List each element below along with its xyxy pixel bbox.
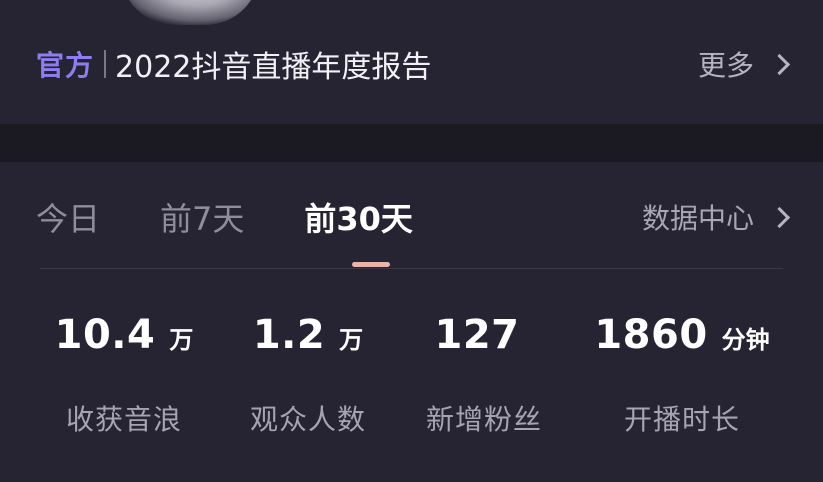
official-badge: 官方 — [36, 49, 95, 82]
tab-last-30-days[interactable]: 前30天 — [304, 194, 413, 240]
annual-report-title: 2022抖音直播年度报告 — [115, 50, 432, 85]
metric-sound-waves[interactable]: 10.4 万 收获音浪 — [24, 312, 224, 438]
metrics-row: 10.4 万 收获音浪 1.2 万 观众人数 127 新增粉丝 1860 分钟 … — [0, 312, 823, 452]
period-tabs: 今日 前7天 前30天 数据中心 — [36, 192, 791, 242]
metric-value: 10.4 万 — [24, 312, 224, 382]
metric-unit: 万 — [339, 326, 364, 354]
metric-value: 1.2 万 — [208, 312, 408, 382]
metric-value: 127 — [384, 312, 584, 382]
metric-viewers[interactable]: 1.2 万 观众人数 — [208, 312, 408, 438]
metric-new-followers[interactable]: 127 新增粉丝 — [384, 312, 584, 438]
metric-label: 开播时长 — [623, 403, 740, 436]
chevron-right-icon — [768, 206, 791, 228]
metric-label: 收获音浪 — [65, 403, 182, 436]
data-center-button[interactable]: 数据中心 — [641, 197, 791, 237]
metric-number: 10.4 — [54, 312, 156, 358]
section-separator — [0, 124, 823, 162]
metric-number: 1860 — [594, 312, 708, 358]
more-label: 更多 — [697, 49, 754, 82]
tab-last-7-days[interactable]: 前7天 — [160, 194, 244, 240]
metric-number: 127 — [434, 312, 520, 358]
report-card: 官方 2022抖音直播年度报告 更多 — [0, 0, 823, 124]
live-stats-screen: 官方 2022抖音直播年度报告 更多 今日 前7天 前30天 数据中心 10.4… — [0, 0, 823, 482]
tab-today[interactable]: 今日 — [36, 194, 100, 240]
annual-report-row[interactable]: 官方 2022抖音直播年度报告 更多 — [36, 42, 791, 86]
metric-number: 1.2 — [252, 312, 326, 358]
badge-divider — [104, 50, 107, 78]
stats-card: 今日 前7天 前30天 数据中心 10.4 万 收获音浪 1.2 万 观众人数 … — [0, 162, 823, 482]
active-tab-indicator — [352, 262, 390, 267]
metric-label: 新增粉丝 — [425, 403, 542, 436]
metric-unit: 分钟 — [721, 326, 770, 354]
metric-label: 观众人数 — [249, 403, 366, 436]
more-button[interactable]: 更多 — [697, 44, 791, 84]
metric-live-duration[interactable]: 1860 分钟 开播时长 — [582, 312, 782, 438]
metric-unit: 万 — [169, 326, 194, 354]
metric-value: 1860 分钟 — [582, 312, 782, 382]
chevron-right-icon — [768, 53, 791, 75]
data-center-label: 数据中心 — [641, 202, 754, 235]
avatar — [120, 0, 260, 25]
tabs-divider — [40, 268, 783, 269]
